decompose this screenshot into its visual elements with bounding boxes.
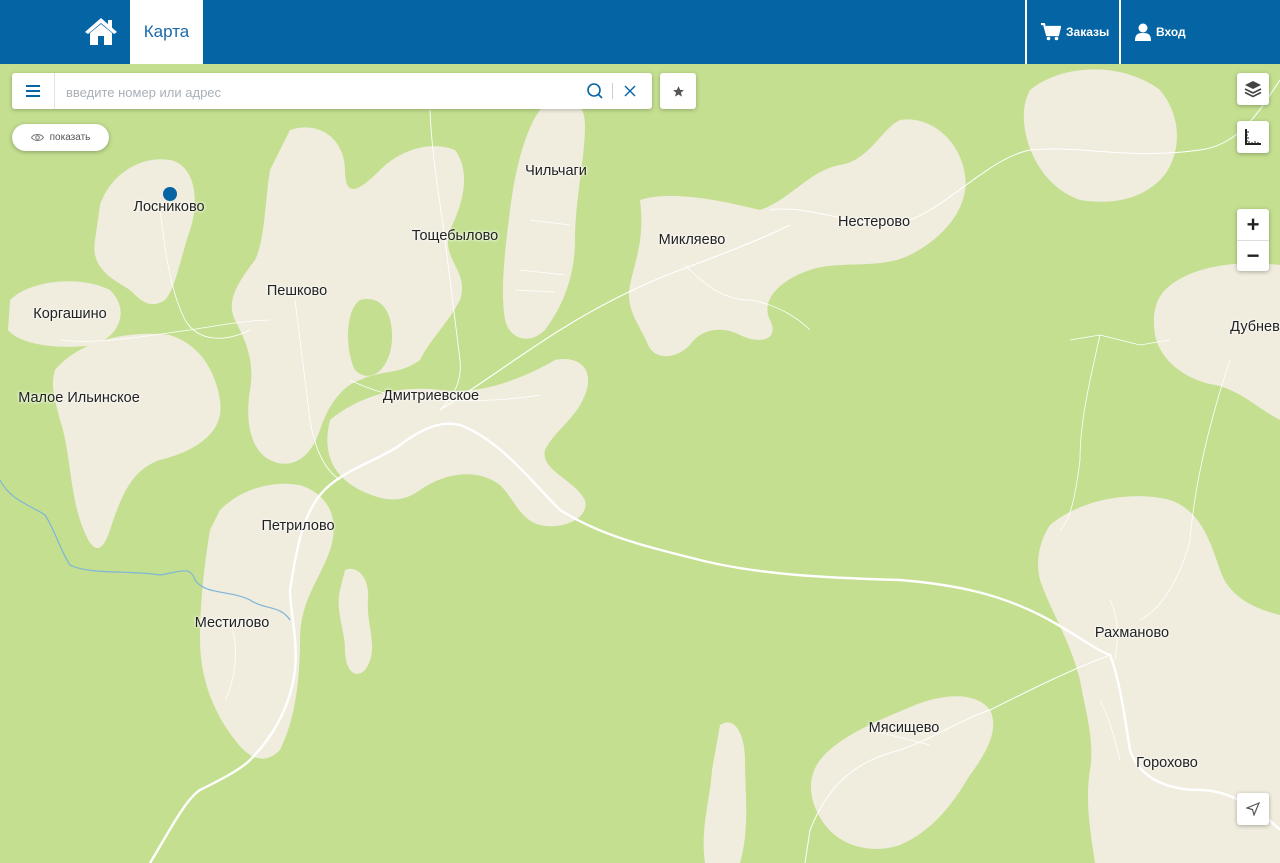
- layers-button[interactable]: [1237, 73, 1269, 105]
- search-separator: [612, 83, 613, 99]
- map-svg: [0, 69, 1280, 863]
- tab-map[interactable]: Карта: [130, 0, 203, 64]
- navigation-arrow-icon: [1246, 802, 1260, 816]
- show-button[interactable]: показать: [12, 124, 109, 151]
- top-header: Карта Заказы Вход: [0, 0, 1280, 64]
- login-label: Вход: [1156, 25, 1186, 39]
- place-label-mestilovo: Местилово: [194, 615, 270, 631]
- place-label-chilchagi: Чильчаги: [525, 163, 587, 179]
- show-label: показать: [49, 132, 91, 143]
- eye-icon: [30, 134, 44, 141]
- close-icon[interactable]: [623, 84, 637, 98]
- place-label-nesterovo: Нестерово: [837, 214, 911, 230]
- place-label-gorokhovo: Горохово: [1136, 755, 1198, 771]
- login-button[interactable]: Вход: [1119, 0, 1280, 64]
- place-label-maloe-ilinskoe: Малое Ильинское: [18, 390, 140, 406]
- place-label-petrilovo: Петрилово: [261, 518, 335, 534]
- search-bar: [12, 73, 652, 109]
- home-icon: [85, 18, 117, 45]
- home-button[interactable]: [84, 16, 118, 46]
- layers-icon: [1244, 81, 1262, 98]
- area-chilchagi: [502, 98, 585, 339]
- settlement-areas: [8, 69, 1280, 863]
- zoom-control: + −: [1237, 209, 1269, 271]
- cart-icon: [1041, 23, 1061, 41]
- area-ne-field: [1023, 69, 1177, 202]
- menu-button[interactable]: [12, 73, 55, 109]
- map-canvas[interactable]: Лосниково Чильчаги Тощебылово Микляево Н…: [0, 64, 1280, 863]
- area-maloe-ilinskoe: [52, 333, 221, 549]
- orders-label: Заказы: [1066, 25, 1110, 39]
- place-label-myasishchevo: Мясищево: [868, 720, 940, 736]
- orders-button[interactable]: Заказы: [1025, 0, 1118, 64]
- search-input[interactable]: [64, 81, 578, 103]
- area-south-field: [703, 722, 747, 863]
- place-label-miklyaevo: Микляево: [658, 232, 726, 248]
- search-icon[interactable]: [586, 82, 604, 100]
- place-label-korgashino: Коргашино: [33, 306, 107, 322]
- hamburger-icon: [26, 85, 40, 97]
- ruler-icon: [1245, 129, 1261, 145]
- area-small-island: [338, 568, 373, 674]
- user-icon: [1135, 23, 1151, 41]
- locate-button[interactable]: [1237, 793, 1269, 825]
- place-label-losnikovo: Лосниково: [133, 199, 205, 215]
- ruler-button[interactable]: [1237, 121, 1269, 153]
- place-label-toshchebylovo: Тощебылово: [411, 228, 499, 244]
- place-label-dubnevo: Дубнев: [1230, 319, 1280, 335]
- location-marker[interactable]: [163, 187, 177, 201]
- place-label-peshkovo: Пешково: [266, 283, 328, 299]
- favorites-button[interactable]: [660, 73, 696, 109]
- place-label-dmitrievskoe: Дмитриевское: [382, 388, 480, 404]
- area-dubnevo: [1153, 263, 1280, 420]
- zoom-out-button[interactable]: −: [1237, 240, 1269, 271]
- area-losnikovo: [94, 159, 195, 305]
- place-label-rakhmanovo: Рахманово: [1094, 625, 1170, 641]
- zoom-in-button[interactable]: +: [1237, 209, 1269, 241]
- star-icon: [672, 85, 684, 97]
